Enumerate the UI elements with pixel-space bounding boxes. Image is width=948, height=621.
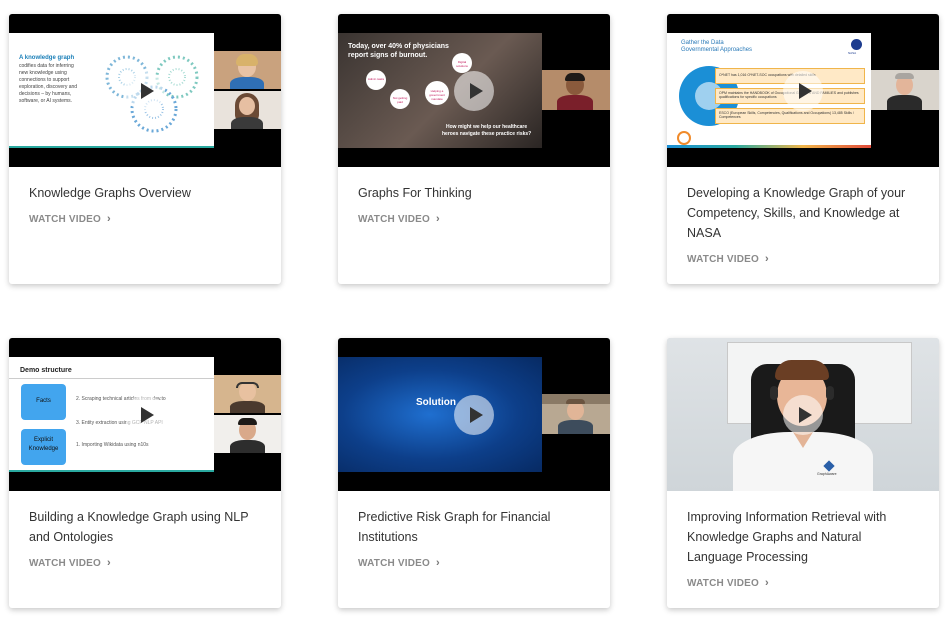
video-card-5[interactable]: Solution Predictive Risk Graph for Finan…	[338, 338, 610, 608]
slide-heading: Demo structure	[20, 367, 72, 374]
watch-video-link[interactable]: WATCH VIDEO ›	[358, 213, 440, 225]
play-button[interactable]	[454, 394, 494, 435]
video-title[interactable]: Graphs For Thinking	[338, 167, 610, 203]
video-card-4[interactable]: Demo structure Facts Explicit Knowledge …	[9, 338, 281, 608]
video-thumbnail[interactable]: GraphAware	[667, 338, 939, 491]
slide-image: Demo structure Facts Explicit Knowledge …	[9, 357, 214, 472]
video-card-2[interactable]: Today, over 40% of physicians report sig…	[338, 14, 610, 284]
webcam-speaker-1	[214, 375, 281, 413]
slide-box-label: Explicit Knowledge	[28, 437, 59, 452]
slide-question: heroes navigate these practice risks?	[442, 131, 532, 137]
slide-image: Today, over 40% of physicians report sig…	[338, 33, 542, 148]
video-title[interactable]: Improving Information Retrieval with Kno…	[667, 491, 939, 567]
video-title[interactable]: Predictive Risk Graph for Financial Inst…	[338, 491, 610, 547]
webcam-speaker-2	[214, 91, 281, 129]
bubble-label: Admin tasks	[367, 77, 385, 81]
slide-text: decisions – by humans,	[19, 91, 72, 97]
video-thumbnail[interactable]: Today, over 40% of physicians report sig…	[338, 14, 610, 167]
video-thumbnail[interactable]: Demo structure Facts Explicit Knowledge …	[9, 338, 281, 491]
watch-video-link[interactable]: WATCH VIDEO ›	[687, 253, 769, 265]
slide-heading: Governmental Approaches	[681, 47, 753, 53]
play-button[interactable]	[783, 394, 823, 435]
play-button[interactable]	[454, 70, 494, 111]
chevron-right-icon: ›	[107, 213, 111, 225]
watch-video-link[interactable]: WATCH VIDEO ›	[358, 557, 440, 569]
slide-row: ESCO (European Skills, Competencies, Qua…	[719, 111, 854, 119]
watch-video-link[interactable]: WATCH VIDEO ›	[29, 213, 111, 225]
webcam-speaker	[871, 70, 939, 110]
chevron-right-icon: ›	[765, 577, 769, 589]
slide-headline: Today, over 40% of physicians	[348, 43, 449, 50]
video-thumbnail[interactable]: Gather the Data Governmental Approaches …	[667, 14, 939, 167]
chevron-right-icon: ›	[107, 557, 111, 569]
watch-video-link[interactable]: WATCH VIDEO ›	[687, 577, 769, 589]
slide-heading: Gather the Data	[681, 40, 724, 46]
slide-headline: report signs of burnout.	[348, 52, 428, 59]
video-card-6[interactable]: GraphAware Improving Information Retriev…	[667, 338, 939, 608]
webcam-speaker-1	[214, 51, 281, 89]
bubble-label: Not getting paid	[392, 96, 408, 104]
slide-image: Gather the Data Governmental Approaches …	[667, 33, 871, 148]
bubble-label: Helping a government mandate	[429, 89, 445, 101]
video-thumbnail[interactable]: Solution	[338, 338, 610, 491]
slide-text: new knowledge using	[19, 70, 67, 76]
slide-step: 1. Importing Wikidata using n10s	[76, 442, 149, 448]
slide-image: Solution	[338, 357, 542, 472]
slide-text: connections to support	[19, 77, 70, 83]
webcam-speaker	[542, 70, 610, 110]
video-card-1[interactable]: A knowledge graph codifies data for infe…	[9, 14, 281, 284]
webcam-speaker	[542, 394, 610, 434]
webcam-speaker-2	[214, 415, 281, 453]
watch-video-link[interactable]: WATCH VIDEO ›	[29, 557, 111, 569]
slide-text: A knowledge graph	[19, 55, 75, 61]
video-card-3[interactable]: Gather the Data Governmental Approaches …	[667, 14, 939, 284]
slide-box-label: Facts	[36, 398, 51, 404]
video-thumbnail[interactable]: A knowledge graph codifies data for infe…	[9, 14, 281, 167]
slide-text: codifies data for inferring	[19, 63, 74, 69]
chevron-right-icon: ›	[436, 213, 440, 225]
play-button[interactable]	[125, 394, 165, 435]
slide-image: A knowledge graph codifies data for infe…	[9, 33, 214, 148]
video-title[interactable]: Developing a Knowledge Graph of your Com…	[667, 167, 939, 243]
play-button[interactable]	[125, 70, 165, 111]
video-title[interactable]: Building a Knowledge Graph using NLP and…	[9, 491, 281, 547]
slide-question: How might we help our healthcare	[446, 124, 528, 130]
bubble-label: Digital solutions	[456, 60, 468, 68]
video-title[interactable]: Knowledge Graphs Overview	[9, 167, 281, 203]
slide-text: software, or AI systems.	[19, 98, 73, 104]
slide-text: exploration, discovery and	[19, 84, 78, 90]
chevron-right-icon: ›	[765, 253, 769, 265]
shirt-logo: GraphAware	[817, 472, 837, 476]
play-button[interactable]	[783, 70, 823, 111]
chevron-right-icon: ›	[436, 557, 440, 569]
nasa-logo: NASA	[848, 51, 857, 55]
slide-heading: Solution	[416, 397, 456, 408]
